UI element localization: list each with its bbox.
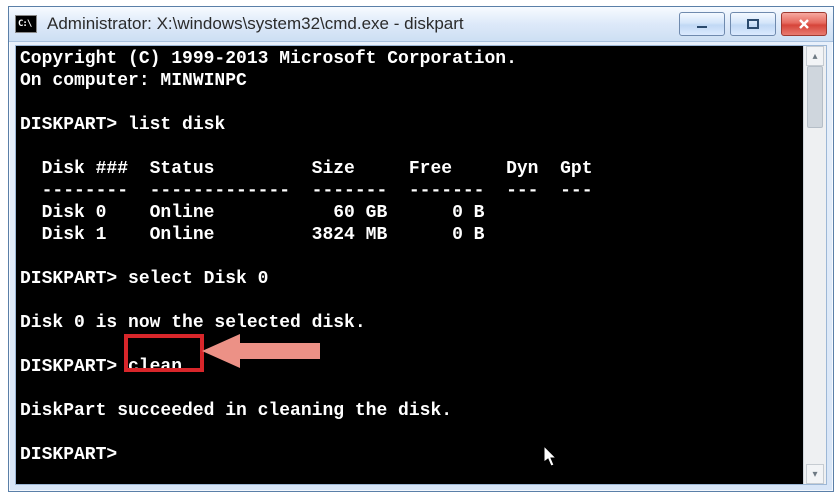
computer-line: On computer: MINWINPC xyxy=(20,71,247,91)
cmd-window: C:\ Administrator: X:\windows\system32\c… xyxy=(8,6,834,492)
prompt: DISKPART> xyxy=(20,269,117,289)
copyright-line: Copyright (C) 1999-2013 Microsoft Corpor… xyxy=(20,49,517,69)
msg-clean-ok: DiskPart succeeded in cleaning the disk. xyxy=(20,401,452,421)
table-divider: -------- ------------- ------- ------- -… xyxy=(20,181,593,201)
prompt: DISKPART> xyxy=(20,115,117,135)
console-output[interactable]: Copyright (C) 1999-2013 Microsoft Corpor… xyxy=(16,46,804,484)
minimize-icon xyxy=(695,18,709,30)
table-row: Disk 0 Online 60 GB 0 B xyxy=(20,203,484,223)
vertical-scrollbar[interactable]: ▴ ▾ xyxy=(803,46,826,484)
window-title: Administrator: X:\windows\system32\cmd.e… xyxy=(47,14,671,34)
cmd-select-disk: select Disk 0 xyxy=(128,269,268,289)
msg-selected: Disk 0 is now the selected disk. xyxy=(20,313,366,333)
cmd-clean: clean xyxy=(128,357,182,377)
cmd-app-icon: C:\ xyxy=(15,15,37,33)
scroll-up-button[interactable]: ▴ xyxy=(806,46,824,66)
window-controls xyxy=(679,12,827,36)
maximize-button[interactable] xyxy=(730,12,776,36)
prompt: DISKPART> xyxy=(20,445,117,465)
scrollbar-thumb[interactable] xyxy=(807,66,823,128)
client-area: Copyright (C) 1999-2013 Microsoft Corpor… xyxy=(15,45,827,485)
cmd-list-disk: list disk xyxy=(128,115,225,135)
maximize-icon xyxy=(746,18,760,30)
titlebar[interactable]: C:\ Administrator: X:\windows\system32\c… xyxy=(9,7,833,42)
minimize-button[interactable] xyxy=(679,12,725,36)
table-header: Disk ### Status Size Free Dyn Gpt xyxy=(20,159,593,179)
scroll-down-button[interactable]: ▾ xyxy=(806,464,824,484)
close-icon xyxy=(797,18,811,30)
close-button[interactable] xyxy=(781,12,827,36)
table-row: Disk 1 Online 3824 MB 0 B xyxy=(20,225,484,245)
prompt: DISKPART> xyxy=(20,357,117,377)
